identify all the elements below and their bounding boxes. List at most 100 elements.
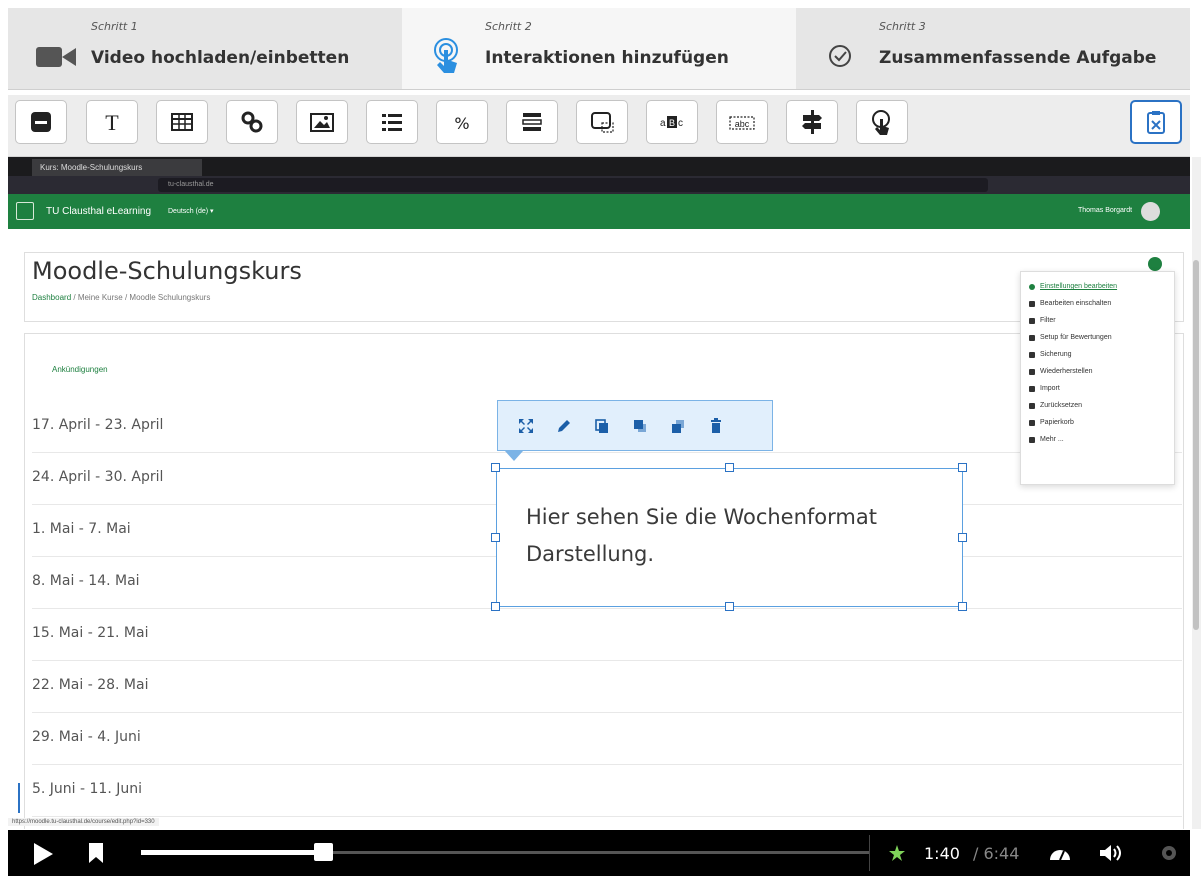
crossroads-button[interactable] [786, 100, 838, 144]
paste-button[interactable] [1130, 100, 1182, 144]
table-icon [171, 113, 193, 131]
edit-icon [558, 419, 570, 432]
single-choice-set-icon [522, 113, 542, 131]
svg-text:abc: abc [735, 119, 750, 129]
image-icon [310, 113, 334, 132]
course-title: Moodle-Schulungskurs [32, 257, 302, 285]
site-name: TU Clausthal eLearning [46, 206, 152, 217]
moodle-navbar: TU Clausthal eLearning Deutsch (de) ▾ Th… [8, 194, 1190, 229]
progress-handle[interactable] [314, 843, 333, 861]
step-1-title: Video hochladen/einbetten [91, 48, 350, 68]
step-3[interactable]: Schritt 3 Zusammenfassende Aufgabe [796, 8, 1190, 89]
drag-text-button[interactable]: abc [716, 100, 768, 144]
resize-handle[interactable] [491, 602, 500, 611]
fill-blanks-icon: aBc [660, 116, 683, 129]
breadcrumb-separator: / [71, 293, 78, 302]
bring-front-button[interactable] [628, 414, 652, 438]
step-1[interactable]: Schritt 1 Video hochladen/einbetten [8, 8, 402, 89]
single-choice-set-button[interactable] [506, 100, 558, 144]
scrollbar-thumb[interactable] [1193, 260, 1199, 630]
fill-blanks-button[interactable]: aBc [646, 100, 698, 144]
star-icon[interactable] [888, 844, 906, 862]
step-2[interactable]: Schritt 2 Interaktionen hinzufügen [402, 8, 796, 89]
svg-text:%: % [454, 114, 469, 133]
resize-handle[interactable] [491, 533, 500, 542]
breadcrumb-my-courses: Meine Kurse [77, 293, 123, 302]
toolbar-pointer [505, 451, 523, 461]
current-time: 1:40 [924, 844, 960, 863]
fullscreen-button[interactable] [514, 414, 538, 438]
statements-button[interactable] [366, 100, 418, 144]
duration: / 6:44 [973, 844, 1020, 863]
wizard-steps: Schritt 1 Video hochladen/einbetten Schr… [8, 8, 1190, 90]
step-2-title: Interaktionen hinzufügen [485, 48, 729, 68]
send-back-button[interactable] [666, 414, 690, 438]
interaction-context-toolbar [497, 400, 773, 451]
step-3-title: Zusammenfassende Aufgabe [879, 48, 1157, 68]
send-back-icon [672, 419, 684, 433]
interaction-toolbar: T % aBc abc [8, 95, 1190, 157]
progress-fill [141, 850, 323, 855]
step-3-label: Schritt 3 [879, 20, 926, 33]
image-button[interactable] [296, 100, 348, 144]
svg-text:T: T [105, 110, 119, 135]
resize-handle[interactable] [958, 533, 967, 542]
avatar [1141, 202, 1160, 221]
percent-button[interactable]: % [436, 100, 488, 144]
navigation-hotspot-button[interactable] [576, 100, 628, 144]
announcements-link: Ankündigungen [52, 365, 108, 374]
copy-button[interactable] [590, 414, 614, 438]
table-button[interactable] [156, 100, 208, 144]
week-section: 22. Mai - 28. Mai [32, 661, 1182, 713]
resize-handle[interactable] [725, 463, 734, 472]
browser-tab: Kurs: Moodle-Schulungskurs [32, 159, 202, 176]
menu-item: Sicherung [1029, 346, 1166, 363]
menu-item: Papierkorb [1029, 414, 1166, 431]
text-icon: T [105, 110, 119, 135]
settings-gear-icon[interactable] [1158, 842, 1180, 864]
bookmark-icon[interactable] [88, 842, 104, 864]
label-icon [31, 112, 51, 132]
resize-handle[interactable] [491, 463, 500, 472]
bring-front-icon [634, 419, 646, 432]
edit-button[interactable] [552, 414, 576, 438]
video-controls: 1:40 / 6:44 [8, 830, 1190, 876]
delete-icon [711, 417, 721, 433]
menu-item: Einstellungen bearbeiten [1029, 278, 1166, 295]
menu-item: Import [1029, 380, 1166, 397]
delete-button[interactable] [704, 414, 728, 438]
status-url: https://moodle.tu-clausthal.de/course/ed… [8, 818, 159, 826]
resize-handle[interactable] [958, 463, 967, 472]
text-interaction[interactable]: Hier sehen Sie die Wochenformat Darstell… [496, 468, 963, 607]
mark-words-button[interactable] [856, 100, 908, 144]
week-section: 15. Mai - 21. Mai [32, 609, 1182, 661]
crossroads-icon [802, 110, 822, 134]
volume-icon[interactable] [1098, 842, 1124, 864]
divider [869, 835, 870, 871]
text-button[interactable]: T [86, 100, 138, 144]
breadcrumb-course: Moodle Schulungskurs [129, 293, 211, 302]
gear-icon [1148, 257, 1162, 271]
resize-handle[interactable] [958, 602, 967, 611]
svg-text:B: B [669, 118, 675, 128]
menu-icon [16, 202, 34, 220]
fullscreen-icon [519, 418, 533, 433]
link-icon [241, 111, 263, 133]
menu-item: Zurücksetzen [1029, 397, 1166, 414]
check-circle-icon [829, 45, 851, 67]
menu-item: Setup für Bewertungen [1029, 329, 1166, 346]
svg-text:a: a [660, 118, 666, 129]
playback-speed-icon[interactable] [1048, 842, 1072, 864]
browser-tabbar: Kurs: Moodle-Schulungskurs [8, 157, 1190, 176]
paste-icon [1147, 111, 1165, 134]
resize-handle[interactable] [725, 602, 734, 611]
play-icon[interactable] [32, 842, 54, 866]
language-menu: Deutsch (de) ▾ [168, 208, 214, 215]
menu-item: Wiederherstellen [1029, 363, 1166, 380]
svg-text:c: c [678, 118, 683, 129]
week-section: 5. Juni - 11. Juni [32, 765, 1182, 817]
label-button[interactable] [15, 100, 67, 144]
navigation-hotspot-icon [591, 112, 614, 133]
link-button[interactable] [226, 100, 278, 144]
menu-item: Mehr ... [1029, 431, 1166, 448]
